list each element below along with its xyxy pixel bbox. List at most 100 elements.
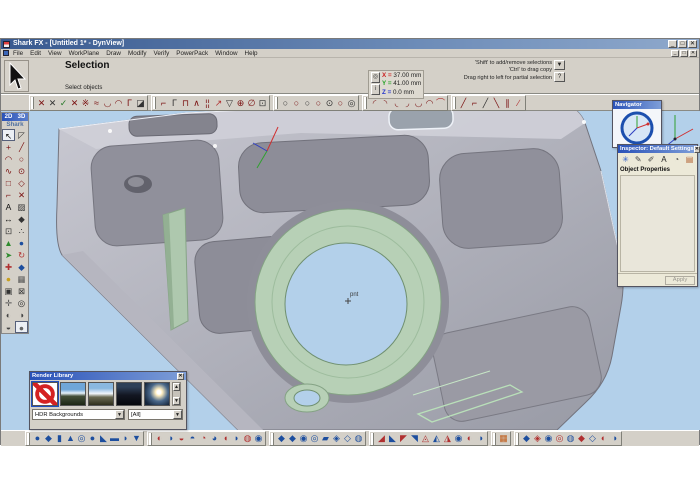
divide-solid-icon[interactable]: ◓ bbox=[187, 432, 198, 445]
thread-solid-icon[interactable]: ◍ bbox=[565, 432, 576, 445]
toolbar-handle[interactable] bbox=[27, 433, 30, 445]
scroll-down-icon[interactable]: ▼ bbox=[173, 397, 180, 405]
hdr-forest-thumb[interactable] bbox=[116, 382, 142, 406]
dimension-icon[interactable]: ↔ bbox=[2, 213, 15, 225]
solid-sphere-tool-icon[interactable]: ● bbox=[15, 237, 28, 249]
block-feature-icon[interactable]: ◆ bbox=[276, 432, 287, 445]
polygon-icon[interactable]: ◇ bbox=[15, 177, 28, 189]
thumbnail-scrollbar[interactable]: ▲ ▼ bbox=[172, 382, 181, 406]
mirror-icon[interactable]: ◪ bbox=[135, 96, 146, 110]
circle-tangent-icon[interactable]: ○ bbox=[313, 96, 324, 110]
triangle-icon[interactable]: ▽ bbox=[224, 96, 235, 110]
filter-dropdown[interactable]: [All] ▼ bbox=[128, 409, 183, 420]
layers-tab-icon[interactable]: ▤ bbox=[684, 154, 695, 165]
boss-feature-icon[interactable]: ◆ bbox=[287, 432, 298, 445]
join-check-icon[interactable]: ✓ bbox=[58, 96, 69, 110]
shell-solid-icon[interactable]: ◖ bbox=[220, 432, 231, 445]
menu-file[interactable]: File bbox=[13, 49, 23, 58]
solid-cylinder-icon[interactable]: ▮ bbox=[54, 432, 65, 445]
solid-pyramid-icon[interactable]: ◣ bbox=[98, 432, 109, 445]
sweep-tool-icon[interactable]: ✚ bbox=[2, 261, 15, 273]
coord-info-button[interactable]: i bbox=[371, 84, 380, 95]
render-library-close-icon[interactable]: ✕ bbox=[177, 373, 184, 380]
stretch-solid-icon[interactable]: ◑ bbox=[475, 432, 486, 445]
concentric-circle-icon[interactable]: ◎ bbox=[346, 96, 357, 110]
mdi-restore-button[interactable]: □ bbox=[680, 50, 688, 57]
hdr-sunset-thumb[interactable] bbox=[144, 382, 170, 406]
menu-help[interactable]: Help bbox=[245, 49, 258, 58]
bend-solid-icon[interactable]: ◐ bbox=[464, 432, 475, 445]
trim-segment-icon[interactable]: ✕ bbox=[36, 96, 47, 110]
spline-icon[interactable]: ∿ bbox=[2, 165, 15, 177]
pan-hand-icon[interactable]: ✛ bbox=[2, 297, 15, 309]
move-face-icon[interactable]: ◢ bbox=[376, 432, 387, 445]
navigator-title-bar[interactable]: Navigator bbox=[613, 101, 661, 109]
sweep-solid-icon[interactable]: ◆ bbox=[521, 432, 532, 445]
solid-cone-icon[interactable]: ▲ bbox=[65, 432, 76, 445]
inspector-properties-area[interactable] bbox=[620, 175, 695, 272]
offset-icon[interactable]: ⌐ bbox=[2, 189, 15, 201]
boolean-subtract-icon[interactable]: ◑ bbox=[165, 432, 176, 445]
scatter-points-icon[interactable]: ∴ bbox=[15, 225, 28, 237]
material-ball-icon[interactable]: ● bbox=[2, 273, 15, 285]
inspector-title-bar[interactable]: Inspector: Default Settings ✕ bbox=[618, 145, 697, 153]
line-perpendicular-icon[interactable]: ╲ bbox=[491, 96, 502, 110]
fillet-icon[interactable]: ◠ bbox=[113, 96, 124, 110]
extrude-tool-icon[interactable]: ➤ bbox=[2, 249, 15, 261]
menu-modify[interactable]: Modify bbox=[128, 49, 147, 58]
solid-ellipsoid-icon[interactable]: ● bbox=[87, 432, 98, 445]
stamp-solid-icon[interactable]: ◐ bbox=[598, 432, 609, 445]
menu-edit[interactable]: Edit bbox=[30, 49, 41, 58]
camera-off-icon[interactable]: ⊠ bbox=[15, 285, 28, 297]
fair-curve-icon[interactable]: ≈ bbox=[91, 96, 102, 110]
morph-solid-icon[interactable]: ◑ bbox=[609, 432, 620, 445]
pen-tab-icon[interactable]: ✎ bbox=[633, 154, 644, 165]
menu-workplane[interactable]: WorkPlane bbox=[69, 49, 100, 58]
fill-region-icon[interactable]: ◆ bbox=[15, 213, 28, 225]
toolbar-handle[interactable] bbox=[453, 97, 456, 109]
toolbar-handle[interactable] bbox=[493, 433, 496, 445]
chevron-down-icon[interactable]: ▼ bbox=[115, 410, 124, 419]
imprint-solid-icon[interactable]: ◉ bbox=[253, 432, 264, 445]
render-grid-icon[interactable]: ▦ bbox=[15, 273, 28, 285]
shell-feature-icon[interactable]: ◍ bbox=[353, 432, 364, 445]
draft-face-icon[interactable]: ◮ bbox=[442, 432, 453, 445]
toolbar-handle[interactable] bbox=[271, 433, 274, 445]
coord-mode-button[interactable]: ◎ bbox=[371, 72, 380, 83]
emboss-solid-icon[interactable]: ◍ bbox=[242, 432, 253, 445]
trackball-handle[interactable] bbox=[647, 123, 650, 126]
corner-icon[interactable]: Γ bbox=[124, 96, 135, 110]
solid-cube-icon[interactable]: ◆ bbox=[43, 432, 54, 445]
offset-solid-icon[interactable]: ◗ bbox=[231, 432, 242, 445]
circle-radius-icon[interactable]: ⊙ bbox=[324, 96, 335, 110]
twist-solid-icon[interactable]: ◉ bbox=[453, 432, 464, 445]
boolean-union-icon[interactable]: ◐ bbox=[154, 432, 165, 445]
line-angle-icon[interactable]: ∕ bbox=[513, 96, 524, 110]
web-solid-icon[interactable]: ◇ bbox=[587, 432, 598, 445]
circle-center-icon[interactable]: ○ bbox=[280, 96, 291, 110]
close-button[interactable]: ✕ bbox=[688, 40, 697, 48]
break-curve-icon[interactable]: ✕ bbox=[69, 96, 80, 110]
null-point-icon[interactable]: ∅ bbox=[246, 96, 257, 110]
chamfer-solid-icon[interactable]: ◭ bbox=[431, 432, 442, 445]
camera-icon[interactable]: ▣ bbox=[2, 285, 15, 297]
tab-2d[interactable]: 2D bbox=[2, 113, 15, 121]
hatch-icon[interactable]: ▨ bbox=[15, 201, 28, 213]
delete-curve-icon[interactable]: ✕ bbox=[47, 96, 58, 110]
zoom-tool-icon[interactable]: ◎ bbox=[15, 297, 28, 309]
menu-draw[interactable]: Draw bbox=[106, 49, 121, 58]
pocket-feature-icon[interactable]: ◎ bbox=[309, 432, 320, 445]
solid-prism-icon[interactable]: ◗ bbox=[120, 432, 131, 445]
pipe-solid-icon[interactable]: ◉ bbox=[543, 432, 554, 445]
line-double-icon[interactable]: ∥ bbox=[502, 96, 513, 110]
solid-slab-icon[interactable]: ▬ bbox=[109, 432, 120, 445]
lasso-select-icon[interactable]: ◸ bbox=[15, 129, 28, 141]
rib-feature-icon[interactable]: ▰ bbox=[320, 432, 331, 445]
extend-curve-icon[interactable]: Γ bbox=[169, 96, 180, 110]
delete-face-icon[interactable]: ◤ bbox=[398, 432, 409, 445]
menu-powerpack[interactable]: PowerPack bbox=[176, 49, 208, 58]
text-tab-icon[interactable]: A bbox=[658, 154, 669, 165]
restore-button[interactable]: □ bbox=[678, 40, 687, 48]
trim-icon[interactable]: ✕ bbox=[15, 189, 28, 201]
hdr-sky-thumb-2[interactable] bbox=[88, 382, 114, 406]
